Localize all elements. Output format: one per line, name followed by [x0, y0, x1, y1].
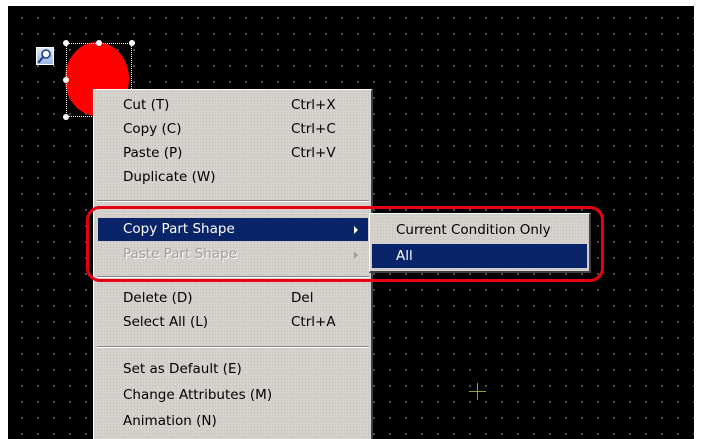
menu-item-shortcut: Del [291, 290, 314, 306]
selection-handle[interactable] [129, 40, 135, 46]
menu-item-shortcut: Ctrl+A [291, 314, 336, 330]
menu-item-paste[interactable]: Paste (P) Ctrl+V [98, 142, 368, 165]
selection-handle[interactable] [96, 40, 102, 46]
menu-item-duplicate[interactable]: Duplicate (W) [98, 166, 368, 189]
menu-item-label: Cut (T) [123, 97, 170, 113]
menu-item-copy[interactable]: Copy (C) Ctrl+C [98, 118, 368, 141]
menu-separator [97, 346, 369, 348]
menu-item-change-attributes[interactable]: Change Attributes (M) [98, 384, 368, 407]
menu-item-label: Copy (C) [123, 121, 182, 137]
search-magnifier-icon[interactable] [36, 47, 54, 65]
menu-item-label: Paste (P) [123, 145, 183, 161]
menu-item-label: Duplicate (W) [123, 169, 216, 185]
menu-separator [97, 200, 369, 202]
selection-handle[interactable] [63, 40, 69, 46]
menu-item-shortcut: Ctrl+V [291, 145, 336, 161]
menu-item-label: Animation (N) [123, 413, 217, 429]
menu-item-delete[interactable]: Delete (D) Del [98, 287, 368, 310]
menu-item-label: Change Attributes (M) [123, 387, 273, 403]
crosshair-icon [469, 383, 486, 400]
menu-item-select-all[interactable]: Select All (L) Ctrl+A [98, 311, 368, 334]
menu-item-cut[interactable]: Cut (T) Ctrl+X [98, 94, 368, 117]
menu-item-label: Select All (L) [123, 314, 209, 330]
selection-handle[interactable] [63, 114, 69, 120]
menu-item-shortcut: Ctrl+X [291, 97, 336, 113]
selection-handle[interactable] [63, 77, 69, 83]
menu-item-label: Delete (D) [123, 290, 193, 306]
menu-item-animation[interactable]: Animation (N) [98, 410, 368, 433]
callout-highlight-ring [86, 206, 604, 282]
menu-item-set-as-default[interactable]: Set as Default (E) [98, 358, 368, 381]
menu-item-shortcut: Ctrl+C [291, 121, 336, 137]
menu-item-label: Set as Default (E) [123, 361, 242, 377]
screenshot-frame: Cut (T) Ctrl+X Copy (C) Ctrl+C Paste (P)… [0, 0, 703, 439]
